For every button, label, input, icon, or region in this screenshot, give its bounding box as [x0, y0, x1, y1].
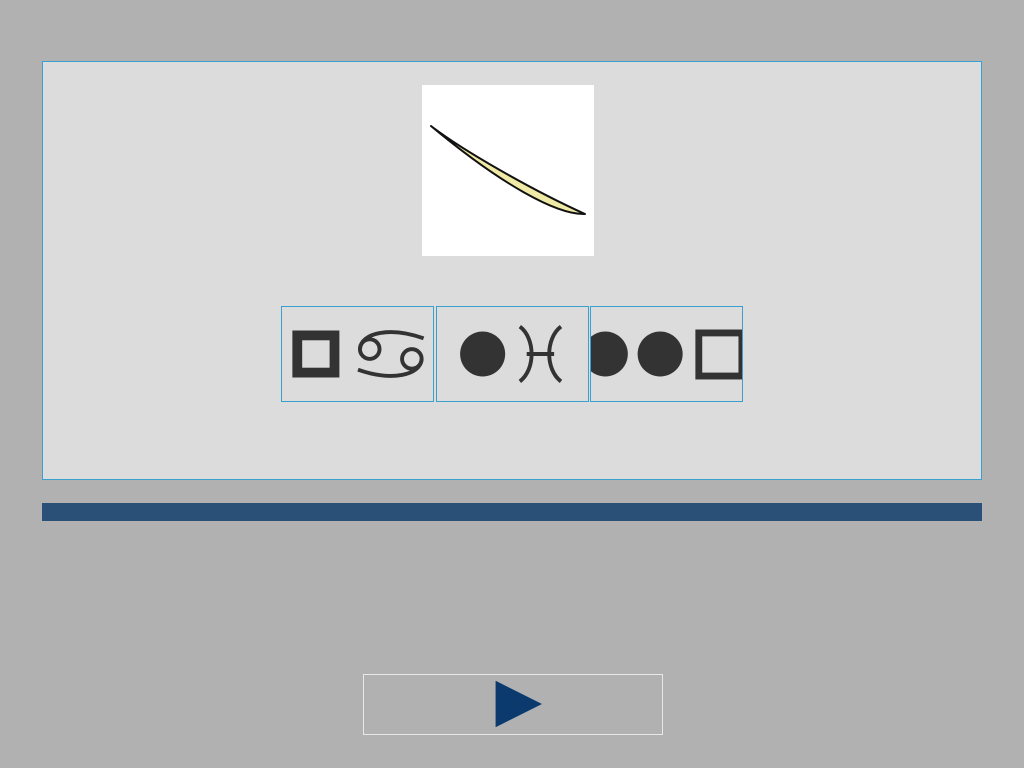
- progress-bar: [42, 503, 982, 521]
- answer-choice-3[interactable]: [590, 306, 743, 402]
- next-button[interactable]: [363, 674, 663, 735]
- square-cancer-glyph-icon: [292, 330, 425, 378]
- circles-square-glyph-icon: [591, 329, 742, 380]
- leaf-shape-icon: [430, 125, 586, 216]
- quiz-stage: [0, 0, 1024, 768]
- progress-fill: [42, 503, 982, 521]
- prompt-image-card: [422, 85, 594, 256]
- answer-choice-2[interactable]: [436, 306, 589, 402]
- circle-pisces-glyph-icon: [460, 325, 563, 383]
- play-triangle-icon: [495, 680, 543, 728]
- answer-choice-1[interactable]: [281, 306, 434, 402]
